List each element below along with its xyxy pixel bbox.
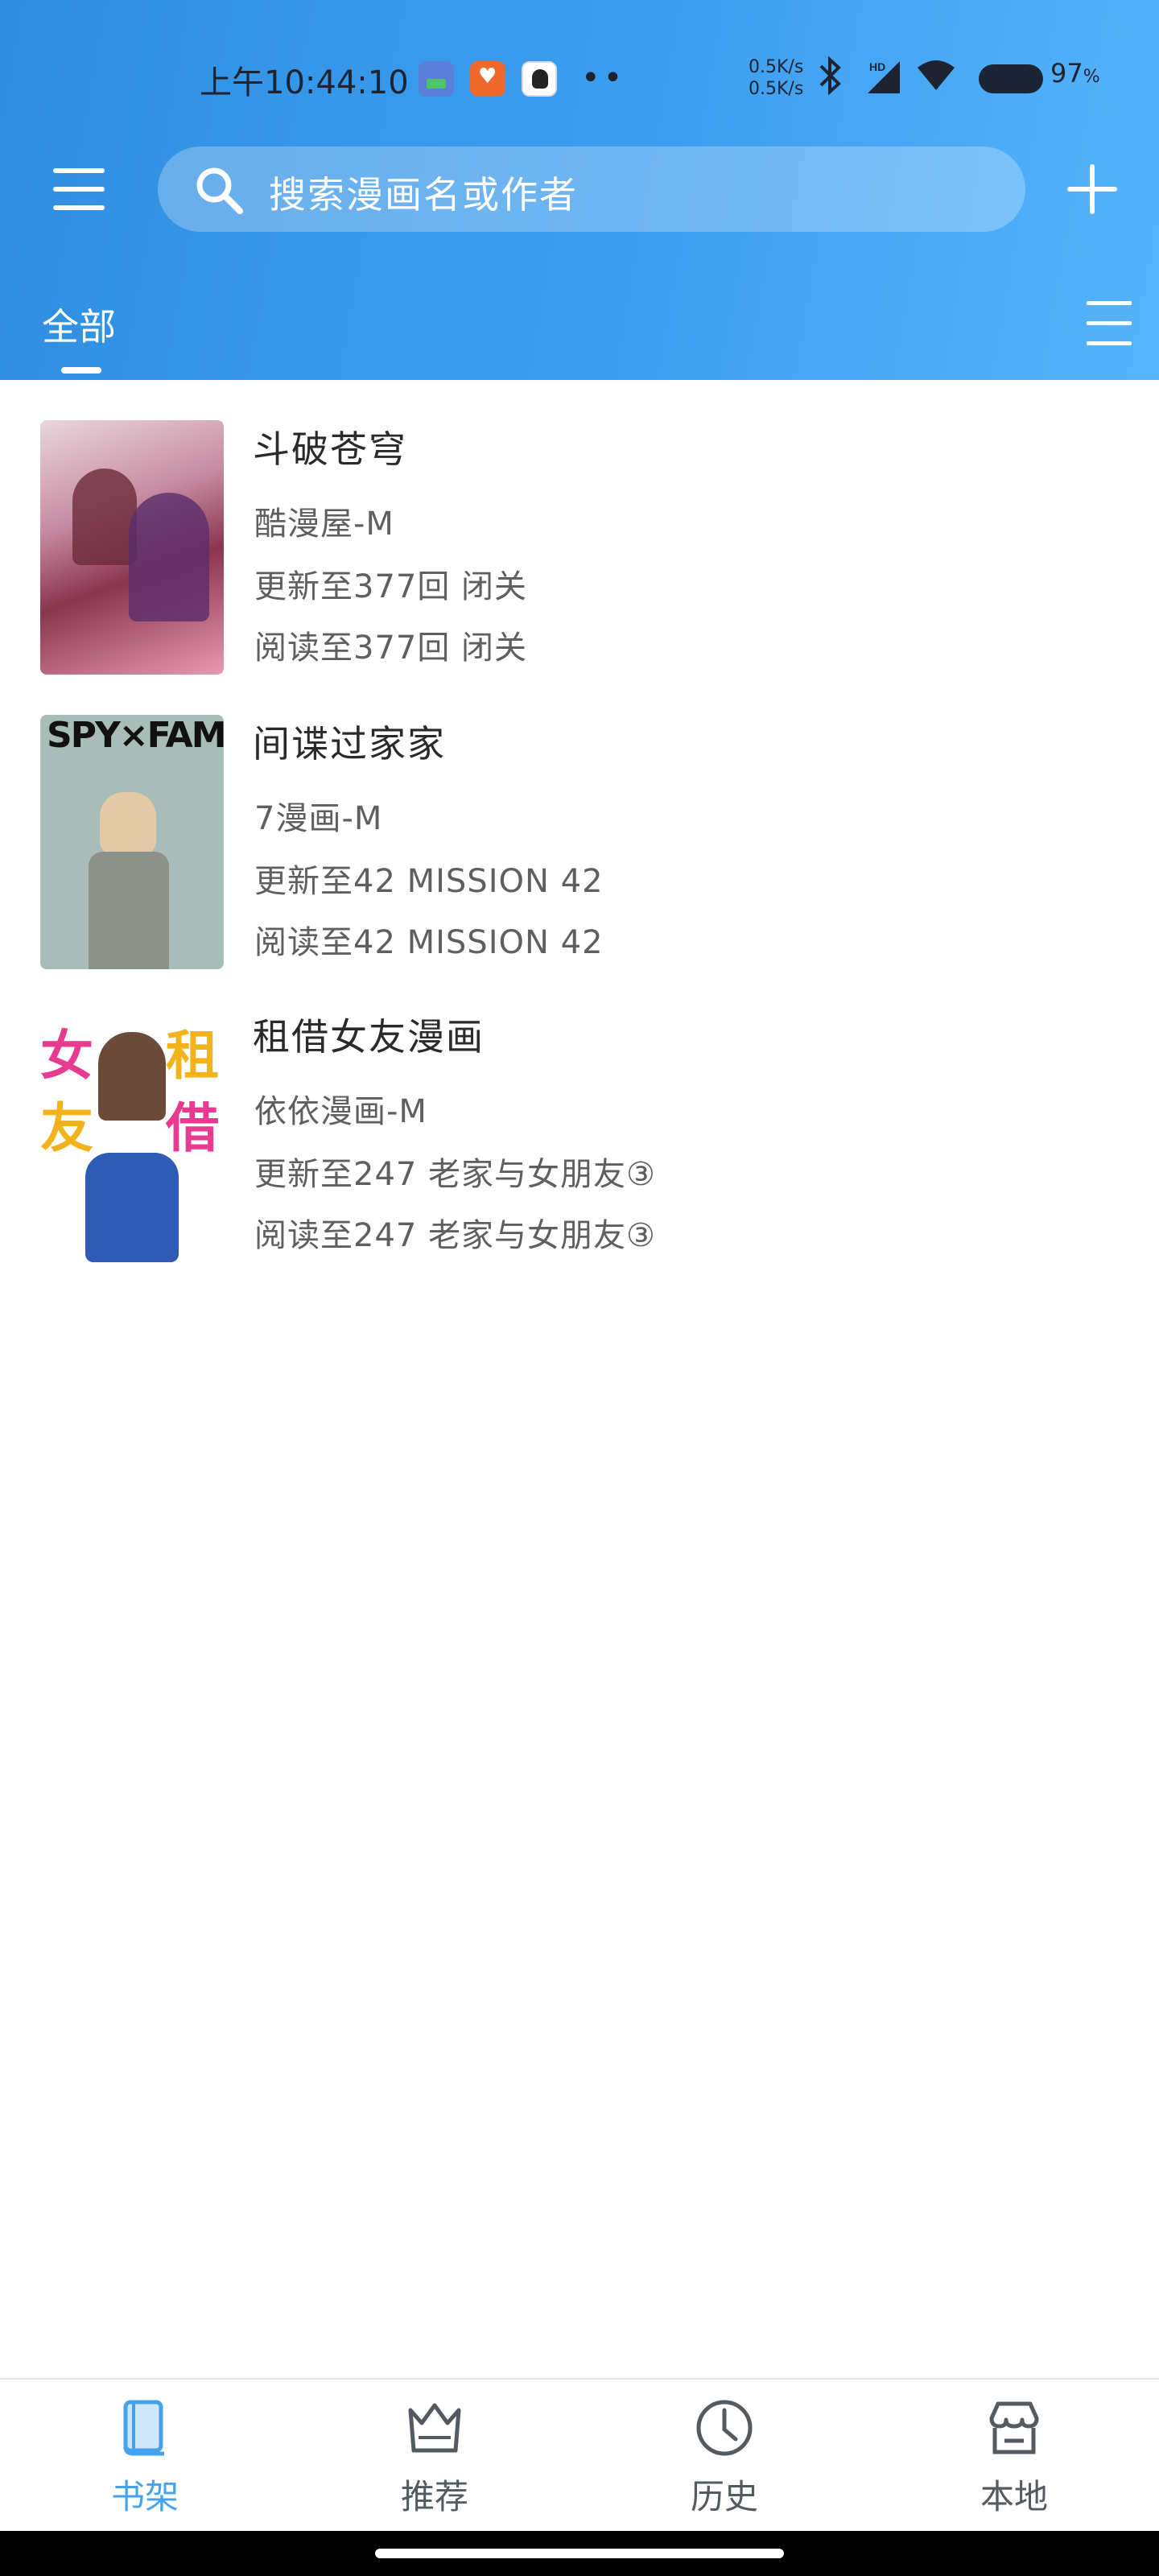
list-item[interactable]: SPY×FAMILY 间谍过家家 7漫画-M 更新至42 MISSION 42 …	[0, 715, 1159, 989]
comic-title: 租借女友漫画	[253, 1015, 485, 1059]
tab-indicator	[61, 367, 101, 374]
search-placeholder: 搜索漫画名或作者	[269, 173, 578, 217]
cover-char: 友	[40, 1097, 93, 1159]
nav-label: 历史	[690, 2477, 758, 2516]
bottom-navigation: 书架 推荐 历史 本地	[0, 2378, 1159, 2531]
battery-percent: 97%	[1050, 58, 1100, 89]
comic-source: 依依漫画-M	[254, 1093, 427, 1130]
menu-button[interactable]	[48, 165, 109, 213]
svg-text:HD: HD	[869, 60, 885, 73]
nav-history[interactable]: 历史	[580, 2380, 869, 2533]
network-speed-down: 0.5K/s	[749, 79, 804, 99]
comic-title: 间谍过家家	[253, 722, 446, 766]
crown-icon	[408, 2403, 461, 2453]
app-header: 上午10:44:10 •• 0.5K/s 0.5K/s HD 97% 搜索漫画名…	[0, 0, 1159, 380]
signal-icon: HD	[868, 60, 900, 93]
store-icon	[989, 2401, 1039, 2454]
notification-app-icon	[419, 61, 454, 97]
comic-source: 酷漫屋-M	[254, 506, 394, 543]
comic-read-progress: 阅读至247 老家与女朋友③	[254, 1217, 656, 1254]
comic-cover	[40, 420, 224, 675]
book-icon	[123, 2400, 164, 2456]
more-notifications-icon: ••	[581, 60, 626, 97]
nav-label: 书架	[110, 2477, 179, 2516]
search-icon	[196, 167, 243, 214]
add-button[interactable]	[1064, 161, 1120, 217]
tab-all[interactable]: 全部	[42, 298, 116, 351]
comic-updated: 更新至42 MISSION 42	[254, 863, 604, 900]
notification-heart-icon	[470, 61, 505, 97]
home-indicator[interactable]	[375, 2549, 784, 2558]
cover-char: 女	[40, 1025, 93, 1087]
bluetooth-icon	[819, 56, 841, 96]
nav-recommend[interactable]: 推荐	[290, 2380, 580, 2533]
nav-label: 推荐	[400, 2477, 468, 2516]
comic-read-progress: 阅读至377回 闭关	[254, 630, 528, 667]
comic-cover: 女 租 友 借	[40, 1008, 224, 1262]
category-list-button[interactable]	[1087, 299, 1132, 348]
comic-updated: 更新至377回 闭关	[254, 568, 528, 605]
comic-read-progress: 阅读至42 MISSION 42	[254, 924, 604, 961]
battery-icon	[979, 64, 1043, 93]
search-bar[interactable]: 搜索漫画名或作者	[158, 147, 1025, 232]
notification-qq-icon	[522, 61, 557, 97]
wifi-icon	[918, 60, 955, 90]
list-item[interactable]: 女 租 友 借 租借女友漫画 依依漫画-M 更新至247 老家与女朋友③ 阅读至…	[0, 1008, 1159, 1282]
list-item[interactable]: 斗破苍穹 酷漫屋-M 更新至377回 闭关 阅读至377回 闭关	[0, 420, 1159, 694]
comic-title: 斗破苍穹	[253, 427, 407, 471]
network-speed-up: 0.5K/s	[749, 57, 804, 77]
nav-local[interactable]: 本地	[869, 2380, 1159, 2533]
nav-bookshelf[interactable]: 书架	[0, 2380, 290, 2533]
system-gesture-bar	[0, 2531, 1159, 2576]
nav-label: 本地	[980, 2477, 1048, 2516]
clock-icon	[696, 2400, 753, 2456]
comic-cover: SPY×FAMILY	[40, 715, 224, 969]
cover-char: 租	[166, 1025, 219, 1087]
comic-source: 7漫画-M	[254, 800, 383, 837]
cover-char: 借	[166, 1097, 219, 1159]
status-bar: 上午10:44:10 •• 0.5K/s 0.5K/s HD 97%	[0, 50, 1159, 108]
cover-title-text: SPY×FAMILY	[47, 715, 224, 756]
network-speed: 0.5K/s 0.5K/s	[749, 56, 803, 100]
status-time: 上午10:44:10	[200, 64, 409, 101]
comic-updated: 更新至247 老家与女朋友③	[254, 1156, 656, 1193]
